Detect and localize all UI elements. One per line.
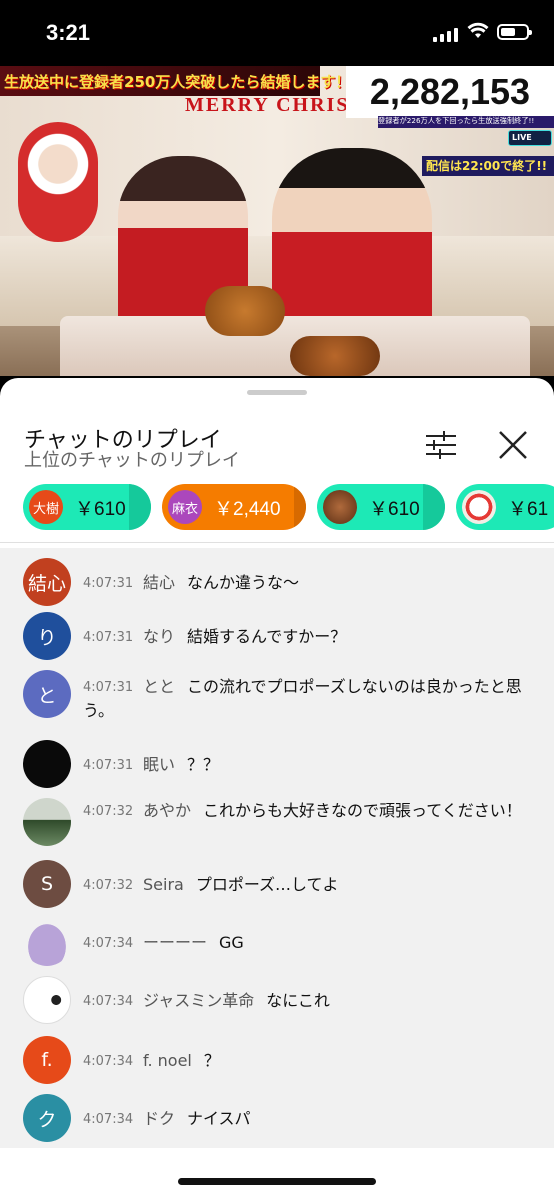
- author-name: Seira: [143, 875, 184, 894]
- superchat-chip[interactable]: ￥61: [456, 484, 554, 530]
- bottom-bar: [0, 1148, 554, 1199]
- author-name: ドク: [143, 1109, 176, 1128]
- author-name: ーーーー: [143, 933, 208, 952]
- roast-chicken: [290, 336, 380, 376]
- avatar: [462, 490, 496, 524]
- status-bar: 3:21: [0, 0, 554, 66]
- superchat-chip[interactable]: 麻衣 ￥2,440: [162, 484, 306, 530]
- turkey: [205, 286, 285, 336]
- chat-replay-panel: チャットのリプレイ 上位のチャットのリプレイ 大樹 ￥610 麻衣 ￥2,440…: [0, 378, 554, 1199]
- superchat-chip[interactable]: 大樹 ￥610: [23, 484, 151, 530]
- end-caption: 配信は22:00で終了!!: [422, 156, 554, 176]
- message-text: なんか違うな〜: [187, 573, 300, 592]
- santa-decoration: [18, 122, 98, 242]
- video-banner: 生放送中に登録者250万人突破したら結婚します！: [0, 66, 350, 96]
- avatar[interactable]: ク: [23, 1094, 71, 1142]
- message-text: なにこれ: [266, 991, 330, 1010]
- author-name: 結心: [143, 573, 176, 592]
- cell-signal-icon: [433, 26, 458, 42]
- video-player[interactable]: MERRY CHRIST 生放送中に登録者250万人突破したら結婚します！ 2,…: [0, 66, 554, 376]
- live-badge: LIVE: [508, 130, 552, 146]
- author-name: f. noel: [143, 1051, 192, 1070]
- avatar[interactable]: り: [23, 612, 71, 660]
- avatar[interactable]: [23, 740, 71, 788]
- author-name: 眠い: [143, 755, 176, 774]
- video-subcaption: 登録者が226万人を下回ったら生放送強制終了!!: [378, 116, 554, 128]
- avatar[interactable]: S: [23, 860, 71, 908]
- message-text: ？: [203, 1051, 220, 1070]
- avatar[interactable]: [23, 918, 71, 966]
- home-indicator[interactable]: [178, 1178, 376, 1185]
- message-text: 結婚するんですかー？: [187, 627, 347, 646]
- close-x-icon[interactable]: [496, 428, 530, 462]
- message-text: プロポーズ…してよ: [195, 875, 339, 894]
- subscriber-counter: 2,282,153: [346, 66, 554, 118]
- wifi-icon: [467, 22, 489, 38]
- avatar[interactable]: [23, 798, 71, 846]
- avatar: 麻衣: [168, 490, 202, 524]
- panel-subtitle[interactable]: 上位のチャットのリプレイ: [24, 446, 240, 472]
- avatar[interactable]: 結心: [23, 558, 71, 606]
- battery-icon: [497, 24, 532, 40]
- superchat-ticker: 大樹 ￥610 麻衣 ￥2,440 ￥610 ￥61: [0, 484, 554, 532]
- avatar[interactable]: [23, 976, 71, 1024]
- author-name: あやか: [143, 801, 192, 820]
- message-text: ナイスパ: [187, 1109, 251, 1128]
- author-name: とと: [143, 677, 176, 696]
- avatar[interactable]: と: [23, 670, 71, 718]
- superchat-chip[interactable]: ￥610: [317, 484, 445, 530]
- avatar: [323, 490, 357, 524]
- drag-handle[interactable]: [247, 390, 307, 395]
- avatar[interactable]: f.: [23, 1036, 71, 1084]
- message-text: GG: [219, 933, 244, 952]
- message-text: これからも大好きなので頑張ってください！: [203, 801, 522, 820]
- chat-message-list[interactable]: 結心 4:07:31 結心 なんか違うな〜 り 4:07:31 なり 結婚するんです…: [0, 548, 554, 1148]
- avatar: 大樹: [29, 490, 63, 524]
- status-time: 3:21: [46, 20, 91, 45]
- message-text: ？？: [187, 755, 220, 774]
- author-name: ジャスミン革命: [143, 991, 255, 1010]
- author-name: なり: [143, 627, 176, 646]
- tune-sliders-icon[interactable]: [424, 430, 458, 460]
